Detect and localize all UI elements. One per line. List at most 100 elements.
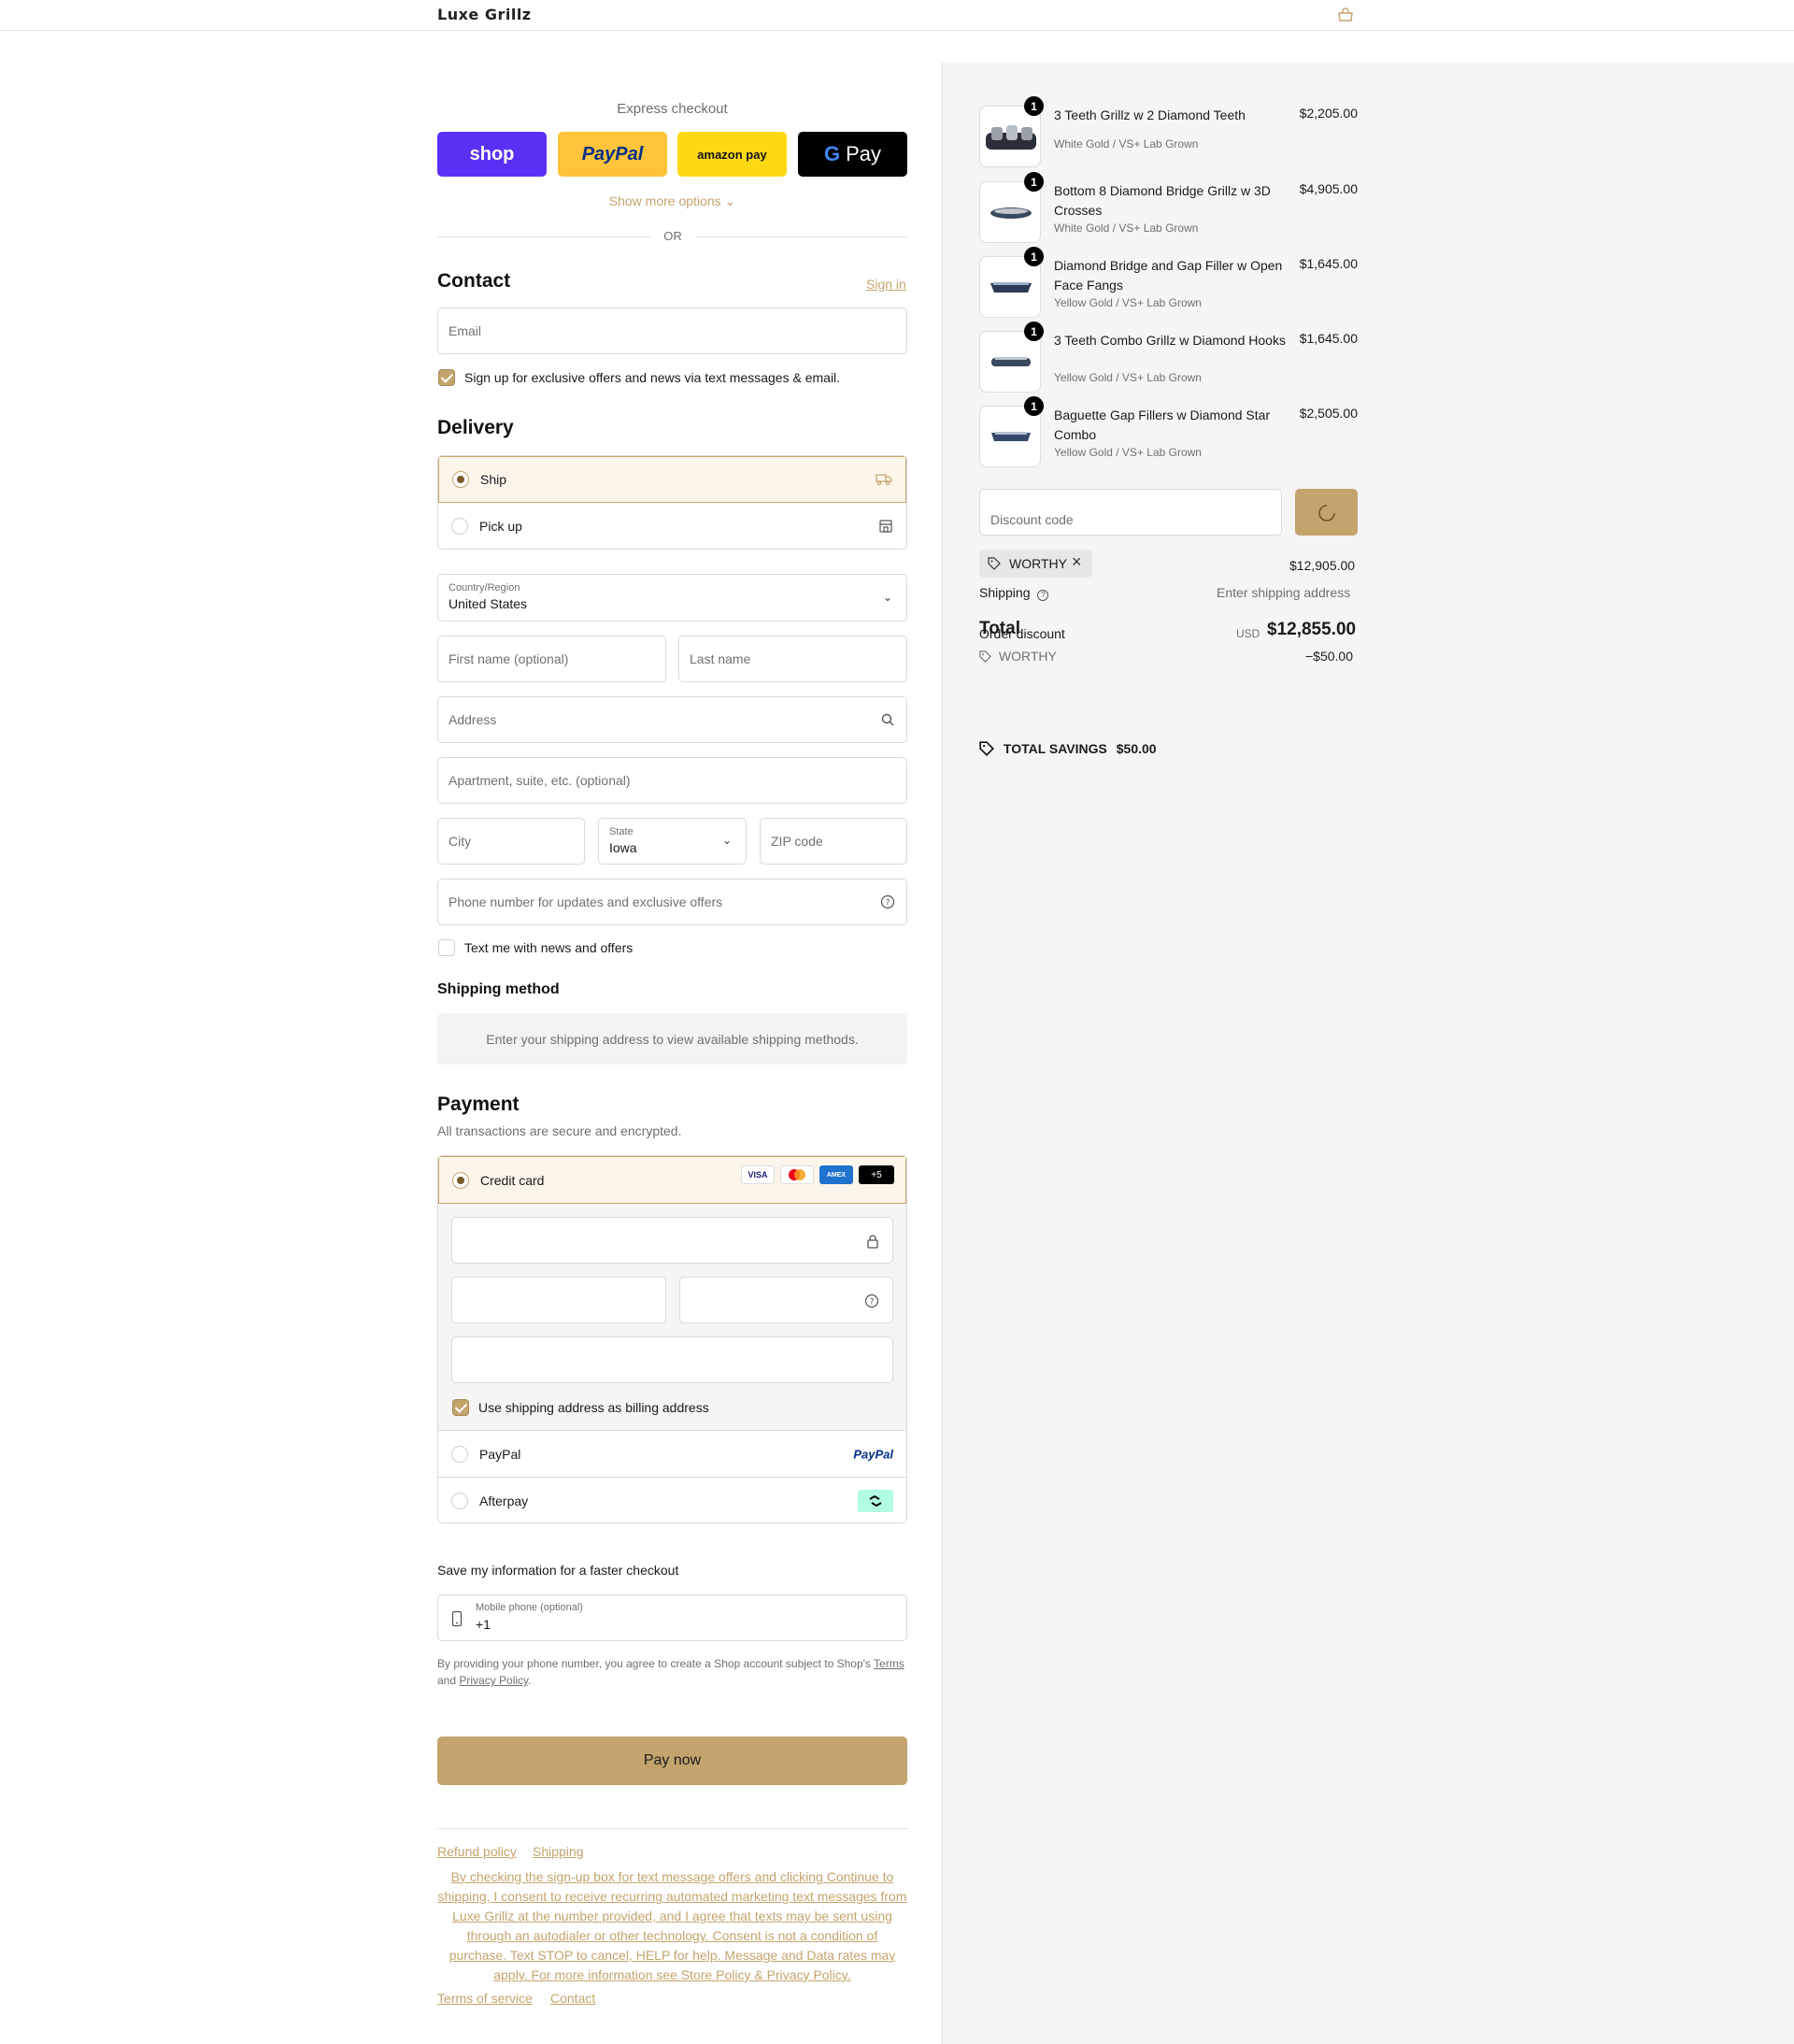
country-label: Country/Region (448, 582, 520, 593)
payment-option-paypal[interactable]: PayPal PayPal (438, 1431, 906, 1478)
apply-discount-button[interactable] (1295, 489, 1358, 536)
product-price: $2,205.00 (1299, 106, 1358, 121)
phone-field[interactable]: Phone number for updates and exclusive o… (437, 879, 907, 925)
delivery-option-pickup[interactable]: Pick up (438, 503, 906, 549)
applied-code-label: WORTHY (1009, 556, 1067, 571)
amazon-pay-label: amazon pay (697, 147, 767, 162)
mobile-phone-field[interactable]: Mobile phone (optional) +1 (437, 1594, 907, 1641)
total-savings-label: TOTAL SAVINGS (1003, 741, 1107, 756)
shop-pay-button[interactable]: shop (437, 132, 547, 177)
total-savings-value: $50.00 (1116, 741, 1157, 756)
truck-icon (876, 474, 892, 486)
contact-title: Contact (437, 270, 511, 292)
credit-card-radio[interactable] (452, 1171, 469, 1189)
show-more-options-link[interactable]: Show more options ⌄ (437, 193, 907, 209)
name-on-card-field[interactable] (451, 1336, 893, 1383)
shipping-summary-value: Enter shipping address (1217, 585, 1351, 600)
paypal-option-label: PayPal (479, 1446, 521, 1462)
and-text: and (437, 1674, 457, 1687)
mobile-phone-label: Mobile phone (optional) (476, 1602, 583, 1613)
card-number-field[interactable] (451, 1217, 893, 1264)
product-name: Bottom 8 Diamond Bridge Grillz w 3D Cros… (1054, 183, 1271, 218)
help-circle-icon[interactable]: ? (880, 894, 895, 909)
newsletter-checkbox[interactable] (438, 369, 455, 386)
last-name-placeholder: Last name (690, 651, 751, 666)
or-separator: OR (654, 229, 691, 243)
google-pay-button[interactable]: G Pay (798, 132, 907, 177)
apartment-field[interactable]: Apartment, suite, etc. (optional) (437, 757, 907, 804)
bag-icon[interactable] (1336, 7, 1355, 22)
text-me-checkbox[interactable] (438, 939, 455, 956)
refund-policy-link[interactable]: Refund policy (437, 1844, 517, 1859)
privacy-policy-link[interactable]: Privacy Policy (459, 1674, 528, 1687)
afterpay-radio[interactable] (451, 1493, 468, 1509)
tag-icon (988, 557, 1001, 570)
amazon-pay-button[interactable]: amazon pay (677, 132, 787, 177)
country-select[interactable]: Country/Region United States ⌄ (437, 574, 907, 622)
help-circle-icon[interactable]: ? (864, 1294, 879, 1308)
payment-option-afterpay[interactable]: Afterpay (438, 1478, 906, 1522)
chevron-down-icon: ⌄ (882, 590, 893, 604)
discount-value: −$50.00 (1305, 649, 1353, 664)
paypal-label: PayPal (581, 143, 644, 164)
email-field[interactable]: Email (437, 307, 907, 354)
sms-consent-text[interactable]: By checking the sign-up box for text mes… (437, 1867, 907, 1985)
sign-in-link[interactable]: Sign in (866, 277, 906, 292)
contact-link[interactable]: Contact (550, 1991, 595, 2006)
state-select[interactable]: State Iowa ⌄ (598, 818, 747, 865)
shipping-summary-label: Shipping ? (979, 585, 1049, 601)
paypal-logo-icon: PayPal (853, 1447, 893, 1461)
expiration-field[interactable] (451, 1277, 666, 1323)
quantity-badge: 1 (1024, 96, 1044, 116)
search-icon (881, 713, 894, 726)
terms-of-service-link[interactable]: Terms of service (437, 1991, 533, 2006)
shipping-method-title: Shipping method (437, 981, 560, 997)
credit-card-form: ? Use shipping address as billing addres… (438, 1204, 906, 1431)
payment-title: Payment (437, 1093, 520, 1115)
state-value: Iowa (609, 840, 637, 855)
afterpay-label: Afterpay (479, 1494, 529, 1508)
store-icon (879, 520, 892, 533)
line-item: 1 Bottom 8 Diamond Bridge Grillz w 3D Cr… (979, 172, 1358, 243)
line-item: 1 Diamond Bridge and Gap Filler w Open F… (979, 247, 1358, 318)
total-label: Total (979, 619, 1020, 638)
ship-radio[interactable] (452, 471, 469, 488)
payment-option-credit-card[interactable]: Credit card VISA AMEX +5 (438, 1156, 906, 1204)
delivery-option-ship[interactable]: Ship (438, 456, 906, 503)
store-logo[interactable]: Luxe Grillz (437, 6, 532, 23)
pickup-label: Pick up (479, 519, 522, 534)
visa-icon: VISA (741, 1165, 775, 1184)
period-text: . (528, 1674, 532, 1687)
subtotal-value: $12,905.00 (1289, 558, 1356, 573)
help-circle-icon[interactable]: ? (1037, 590, 1049, 601)
pickup-radio[interactable] (451, 518, 468, 535)
terms-link[interactable]: Terms (874, 1657, 904, 1670)
pay-now-button[interactable]: Pay now (437, 1737, 907, 1785)
quantity-badge: 1 (1024, 396, 1044, 416)
chevron-down-icon: ⌄ (721, 834, 733, 847)
header: Luxe Grillz (0, 0, 1794, 31)
paypal-radio[interactable] (451, 1445, 468, 1463)
city-field[interactable]: City (437, 818, 585, 865)
discount-code-field[interactable]: Discount code (979, 489, 1282, 536)
delivery-method-group: Ship Pick up (437, 455, 907, 550)
payment-subtitle: All transactions are secure and encrypte… (437, 1123, 682, 1138)
address-field[interactable]: Address (437, 696, 907, 743)
close-icon[interactable]: × (1072, 552, 1082, 572)
city-placeholder: City (448, 834, 472, 849)
total-value: $12,855.00 (1267, 620, 1357, 639)
paypal-express-button[interactable]: PayPal (558, 132, 667, 177)
shipping-policy-link[interactable]: Shipping (533, 1844, 584, 1859)
product-variant: Yellow Gold / VS+ Lab Grown (1054, 296, 1202, 309)
mobile-phone-value: +1 (476, 1617, 491, 1632)
quantity-badge: 1 (1024, 247, 1044, 266)
billing-address-label: Use shipping address as billing address (478, 1400, 709, 1415)
first-name-field[interactable]: First name (optional) (437, 636, 666, 682)
last-name-field[interactable]: Last name (678, 636, 907, 682)
chevron-down-icon: ⌄ (724, 193, 736, 208)
tag-icon (979, 650, 991, 663)
security-code-field[interactable]: ? (679, 1277, 893, 1323)
billing-address-checkbox[interactable] (452, 1399, 469, 1416)
zip-field[interactable]: ZIP code (760, 818, 907, 865)
divider (695, 236, 907, 237)
